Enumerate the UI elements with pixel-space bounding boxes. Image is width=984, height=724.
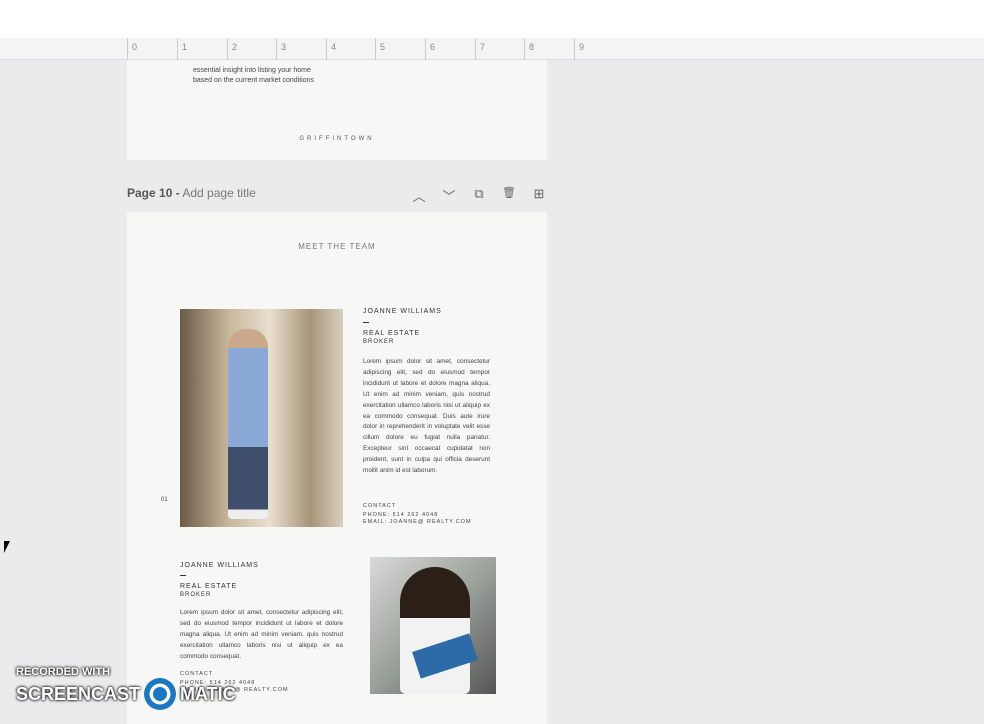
member-bio: Lorem ipsum dolor sit amet, consectetur …: [363, 358, 490, 475]
divider: [180, 575, 186, 576]
page-9-text: essential insight into listing your home…: [193, 56, 314, 86]
page-header: Page 10 - Add page title ︿ ﹀ ⧉ 🗑 ⊞: [127, 186, 547, 204]
member-name: JOANNE WILLIAMS: [363, 308, 442, 315]
member-role: REAL ESTATE BROKER: [363, 330, 421, 345]
ruler-tick: 9: [574, 38, 624, 60]
page-number: Page 10 -: [127, 186, 180, 200]
text-line: based on the current market conditions: [193, 77, 315, 84]
ruler-tick: 5: [375, 38, 425, 60]
ruler-tick: 7: [475, 38, 525, 60]
page-10-canvas[interactable]: MEET THE TEAM 01 JOANNE WILLIAMS REAL ES…: [127, 212, 547, 724]
top-toolbar: [0, 0, 984, 38]
team-photo-2[interactable]: [370, 557, 496, 694]
ruler: 0 1 2 3 4 5 6 7 8 9: [0, 38, 984, 60]
add-page-icon[interactable]: ⊞: [531, 186, 547, 205]
delete-page-icon[interactable]: 🗑: [501, 186, 517, 205]
member-bio: Lorem ipsum dolor sit amet, consectetur …: [180, 609, 343, 660]
page-index: 01: [161, 497, 168, 503]
page-heading: MEET THE TEAM: [298, 242, 376, 251]
ruler-tick: 0: [127, 38, 177, 60]
page-9-canvas[interactable]: essential insight into listing your home…: [127, 60, 547, 160]
member-role: REAL ESTATE BROKER: [180, 583, 238, 598]
ruler-tick: 4: [326, 38, 376, 60]
ruler-tick: 6: [425, 38, 475, 60]
text-line: essential insight into listing your home: [193, 67, 311, 74]
duplicate-page-icon[interactable]: ⧉: [471, 186, 487, 205]
divider: [363, 322, 369, 323]
member-contact: CONTACT PHONE: 514 262 4048 EMAIL: JOANNE…: [363, 503, 472, 525]
screencast-logo-icon: [144, 678, 177, 710]
brand-footer: GRIFFINTOWN: [299, 136, 375, 142]
move-up-icon[interactable]: ︿: [411, 186, 427, 205]
ruler-tick: 8: [524, 38, 574, 60]
screencast-watermark: RECORDED WITH SCREENCAST MATIC: [16, 666, 236, 710]
member-name: JOANNE WILLIAMS: [180, 562, 259, 569]
team-photo-1[interactable]: [180, 309, 343, 527]
move-down-icon[interactable]: ﹀: [441, 186, 457, 205]
page-title-input[interactable]: Add page title: [182, 186, 255, 200]
mouse-cursor-icon: [4, 541, 10, 553]
